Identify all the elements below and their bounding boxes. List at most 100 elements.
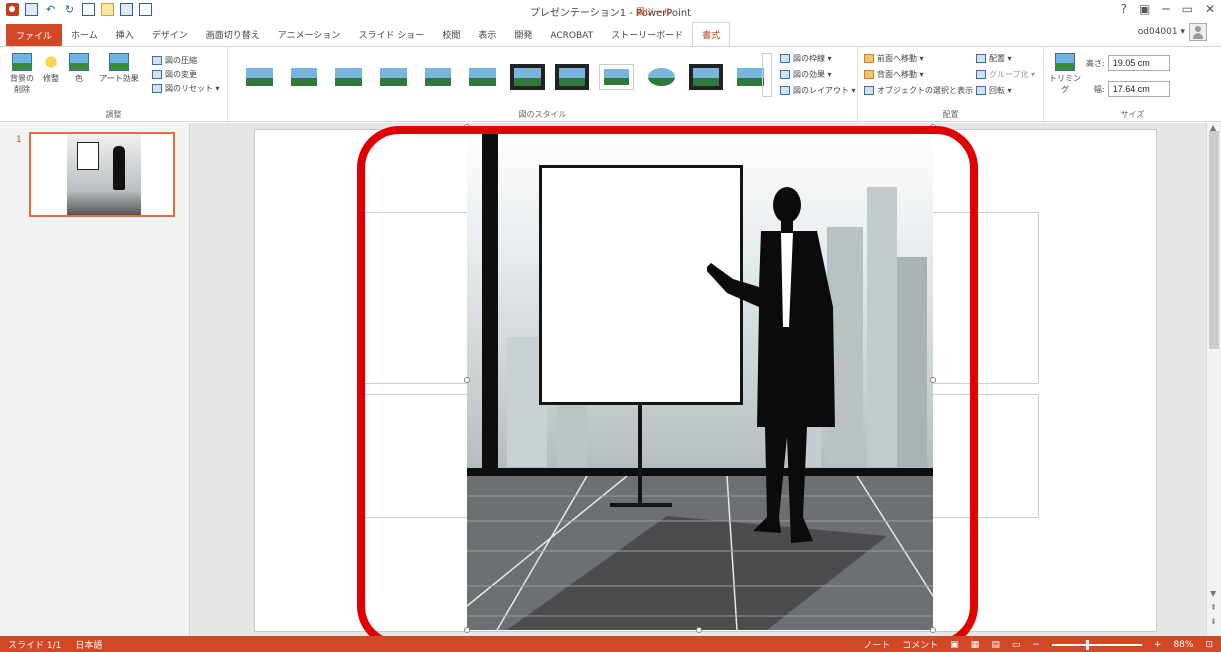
picture-style-option[interactable] <box>287 64 322 90</box>
reading-view-icon[interactable]: ▤ <box>991 640 1000 650</box>
close-button[interactable]: ✕ <box>1205 2 1215 16</box>
send-backward-icon <box>864 70 874 79</box>
reset-picture-button[interactable]: 図のリセット ▾ <box>152 83 220 94</box>
scroll-down-icon[interactable]: ▼ <box>1210 589 1216 598</box>
scroll-up-icon[interactable]: ▲ <box>1210 123 1216 132</box>
reset-picture-icon <box>152 84 162 93</box>
slideshow-icon[interactable]: ▭ <box>1012 640 1021 650</box>
scrollbar-thumb[interactable] <box>1209 131 1219 349</box>
zoom-slider[interactable] <box>1051 639 1142 650</box>
tab-slideshow[interactable]: スライド ショー <box>349 28 433 46</box>
picture-style-preview <box>335 68 362 86</box>
picture-border-button[interactable]: 図の枠線 ▾ <box>780 53 832 64</box>
language-indicator[interactable]: 日本語 <box>75 638 102 651</box>
resize-handle-top-left[interactable] <box>464 124 470 130</box>
adjust-group-label: 調整 <box>105 110 122 119</box>
group-button[interactable]: グループ化 ▾ <box>976 69 1035 80</box>
slide-sorter-icon[interactable]: ▦ <box>971 640 980 650</box>
help-button[interactable]: ? <box>1121 2 1127 16</box>
tab-animations[interactable]: アニメーション <box>269 28 350 46</box>
comments-button[interactable]: コメント <box>902 638 938 651</box>
picture-layout-button[interactable]: 図のレイアウト ▾ <box>780 85 856 96</box>
whiteboard-stand <box>638 405 642 505</box>
picture-effects-button[interactable]: 図の効果 ▾ <box>780 69 832 80</box>
rotate-button[interactable]: 回転 ▾ <box>976 85 1012 96</box>
tab-file[interactable]: ファイル <box>6 24 63 47</box>
picture-style-option[interactable] <box>644 64 679 90</box>
picture-style-option[interactable] <box>509 64 545 90</box>
notes-button[interactable]: ノート <box>863 638 890 651</box>
picture-style-option[interactable] <box>688 64 724 90</box>
window-title: プレゼンテーション1 - PowerPoint <box>529 8 692 19</box>
picture-style-option[interactable] <box>376 64 411 90</box>
picture-style-option[interactable] <box>554 64 590 90</box>
context-tab-group-label: 図ツール <box>636 8 673 18</box>
gallery-scroll-buttons[interactable] <box>762 53 772 97</box>
resize-handle-bottom[interactable] <box>696 627 702 633</box>
restore-button[interactable]: ▭ <box>1182 2 1193 16</box>
change-picture-button[interactable]: 図の変更 <box>152 69 197 80</box>
slide-number: 1 <box>16 135 22 145</box>
picture-style-option[interactable] <box>421 64 456 90</box>
width-input[interactable]: 17.64 cm <box>1107 81 1170 97</box>
height-input[interactable]: 19.05 cm <box>1107 55 1170 71</box>
tab-storyboard[interactable]: ストーリーボード <box>602 28 692 46</box>
picture-style-preview <box>290 68 318 86</box>
normal-view-icon[interactable]: ▣ <box>950 640 959 650</box>
rotate-icon <box>976 86 986 95</box>
arrange-group-label: 配置 <box>942 110 959 119</box>
compress-pictures-button[interactable]: 図の圧縮 <box>152 55 197 66</box>
title-bar: ↶ ↻ プレゼンテーション1 - PowerPoint 図ツール ? ▣ ─ ▭… <box>0 0 1221 20</box>
vertical-scrollbar[interactable]: ▲ ▼ ⇞ ⇟ <box>1206 123 1221 636</box>
corrections-button[interactable]: 修整 <box>40 53 62 84</box>
tab-design[interactable]: デザイン <box>143 28 197 46</box>
zoom-out-icon[interactable]: − <box>1032 640 1040 650</box>
picture-style-preview <box>513 68 541 86</box>
minimize-button[interactable]: ─ <box>1162 2 1169 16</box>
picture-style-preview <box>604 69 629 85</box>
remove-background-button[interactable]: 背景の 削除 <box>8 53 36 95</box>
picture-style-option[interactable] <box>599 64 634 90</box>
next-slide-icon[interactable]: ⇟ <box>1210 617 1217 626</box>
artistic-effects-button[interactable]: アート効果 <box>94 53 144 84</box>
window-controls: ? ▣ ─ ▭ ✕ <box>1121 2 1215 16</box>
resize-handle-bottom-left[interactable] <box>464 627 470 633</box>
tab-acrobat[interactable]: ACROBAT <box>541 31 602 46</box>
fit-to-window-icon[interactable]: ⊡ <box>1205 640 1213 650</box>
bring-forward-button[interactable]: 前面へ移動 ▾ <box>864 53 924 64</box>
send-backward-button[interactable]: 背面へ移動 ▾ <box>864 69 924 80</box>
group-icon <box>976 70 986 79</box>
tab-view[interactable]: 表示 <box>469 28 505 46</box>
tab-developer[interactable]: 開発 <box>505 28 541 46</box>
zoom-slider-knob[interactable] <box>1086 639 1090 650</box>
picture-style-option[interactable] <box>331 64 366 90</box>
zoom-in-icon[interactable]: + <box>1154 640 1162 650</box>
resize-handle-top-right[interactable] <box>930 124 936 130</box>
selection-pane-icon <box>864 86 874 95</box>
picture-style-option[interactable] <box>465 64 500 90</box>
ribbon-display-button[interactable]: ▣ <box>1139 2 1150 16</box>
tab-transitions[interactable]: 画面切り替え <box>197 28 269 46</box>
align-button[interactable]: 配置 ▾ <box>976 53 1012 64</box>
color-button[interactable]: 色 <box>68 53 90 84</box>
tab-format[interactable]: 書式 <box>692 22 731 46</box>
slide-thumbnail[interactable] <box>29 132 175 217</box>
ribbon: 背景の 削除 修整 色 アート効果 図の圧縮 図の変更 図のリセット ▾ 調整 <box>0 46 1221 123</box>
change-picture-icon <box>152 70 162 79</box>
picture-style-preview <box>246 68 273 86</box>
tab-review[interactable]: 校閲 <box>433 28 469 46</box>
resize-handle-right[interactable] <box>930 377 936 383</box>
resize-handle-bottom-right[interactable] <box>930 627 936 633</box>
zoom-level[interactable]: 88% <box>1173 640 1193 650</box>
compress-icon <box>152 56 162 65</box>
resize-handle-left[interactable] <box>464 377 470 383</box>
user-account[interactable]: od04001 ▾ <box>1138 23 1207 41</box>
tab-insert[interactable]: 挿入 <box>107 28 143 46</box>
tab-home[interactable]: ホーム <box>62 28 107 46</box>
previous-slide-icon[interactable]: ⇞ <box>1210 603 1217 612</box>
selected-picture[interactable] <box>467 127 933 630</box>
picture-style-option[interactable] <box>242 64 277 90</box>
selection-pane-button[interactable]: オブジェクトの選択と表示 <box>864 85 973 96</box>
picture-layout-icon <box>780 86 790 95</box>
crop-button[interactable]: トリミング <box>1048 53 1082 95</box>
